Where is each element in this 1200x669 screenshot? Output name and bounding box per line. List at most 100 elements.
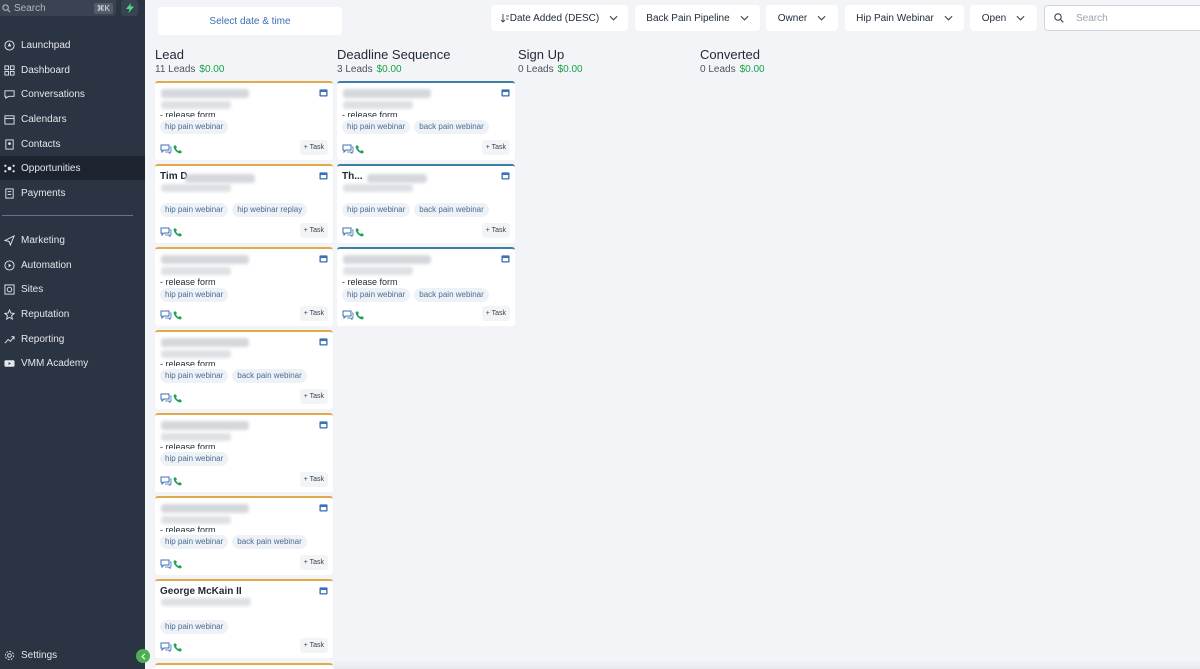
chat-icon[interactable] xyxy=(342,227,354,237)
opportunity-card[interactable] xyxy=(155,663,333,669)
phone-icon[interactable] xyxy=(355,144,365,154)
sidebar-item-reputation[interactable]: Reputation xyxy=(0,302,145,326)
opportunity-card[interactable]: - release form hip pain webinar back pain… xyxy=(155,496,333,575)
sort-dropdown[interactable]: Date Added (DESC) xyxy=(491,5,628,31)
tag: hip pain webinar xyxy=(160,535,229,549)
sidebar-item-reporting[interactable]: Reporting xyxy=(0,327,145,351)
quick-actions-button[interactable] xyxy=(121,0,138,16)
phone-icon[interactable] xyxy=(173,476,183,486)
calendar-icon[interactable] xyxy=(319,586,328,595)
contact-detail-redacted xyxy=(161,350,231,358)
phone-icon[interactable] xyxy=(173,144,183,154)
card-tags: hip pain webinar hip webinar replay xyxy=(160,203,308,217)
sidebar-item-contacts[interactable]: Contacts xyxy=(0,132,145,156)
sidebar-item-opportunities[interactable]: Opportunities xyxy=(0,156,145,180)
grid-icon xyxy=(3,64,15,76)
sort-label: Date Added (DESC) xyxy=(509,12,600,24)
calendar-icon xyxy=(3,113,15,125)
add-task-button[interactable]: + Task xyxy=(481,306,510,321)
phone-icon[interactable] xyxy=(173,227,183,237)
calendar-icon[interactable] xyxy=(501,254,510,263)
sidebar-item-marketing[interactable]: Marketing xyxy=(0,228,145,252)
column-amount: $0.00 xyxy=(557,64,583,75)
card-tags: hip pain webinar xyxy=(160,120,229,134)
phone-icon[interactable] xyxy=(173,559,183,569)
calendar-icon[interactable] xyxy=(319,88,328,97)
video-icon xyxy=(3,357,15,369)
sidebar-item-sites[interactable]: Sites xyxy=(0,277,145,301)
calendar-icon[interactable] xyxy=(501,171,510,180)
sidebar-item-dashboard[interactable]: Dashboard xyxy=(0,58,145,82)
select-date-time-button[interactable]: Select date & time xyxy=(158,7,342,35)
add-task-button[interactable]: + Task xyxy=(299,555,328,570)
chat-icon[interactable] xyxy=(160,476,172,486)
add-task-button[interactable]: + Task xyxy=(299,140,328,155)
tag: back pain webinar xyxy=(414,203,489,217)
chat-icon[interactable] xyxy=(160,559,172,569)
chat-icon[interactable] xyxy=(342,144,354,154)
sidebar-item-automation[interactable]: Automation xyxy=(0,253,145,277)
card-note: - release form xyxy=(342,110,398,117)
scroll-shadow xyxy=(334,660,1200,669)
sidebar-search[interactable]: Search ⌘K xyxy=(0,0,116,16)
sidebar-item-label: Reporting xyxy=(21,333,65,345)
column-header-lead: Lead 11 Leads $0.00 xyxy=(155,47,224,75)
owner-dropdown[interactable]: Owner xyxy=(766,5,838,31)
star-icon xyxy=(3,308,15,320)
chat-icon[interactable] xyxy=(160,393,172,403)
calendar-icon[interactable] xyxy=(319,337,328,346)
sidebar-item-vmm-academy[interactable]: VMM Academy xyxy=(0,351,145,375)
contact-name-redacted xyxy=(161,421,249,430)
sidebar-item-launchpad[interactable]: Launchpad xyxy=(0,33,145,57)
add-task-button[interactable]: + Task xyxy=(481,223,510,238)
chat-icon[interactable] xyxy=(160,227,172,237)
opportunity-card[interactable]: George McKain II hip pain webinar + Task xyxy=(155,579,333,658)
add-task-button[interactable]: + Task xyxy=(299,638,328,653)
calendar-icon[interactable] xyxy=(319,254,328,263)
contact-detail-redacted xyxy=(161,516,231,524)
phone-icon[interactable] xyxy=(355,310,365,320)
contact-detail-redacted xyxy=(161,598,251,606)
opportunity-card[interactable]: - release form hip pain webinar back pain… xyxy=(337,247,515,326)
calendar-icon[interactable] xyxy=(319,503,328,512)
add-task-button[interactable]: + Task xyxy=(299,472,328,487)
add-task-button[interactable]: + Task xyxy=(299,223,328,238)
add-task-button[interactable]: + Task xyxy=(481,140,510,155)
phone-icon[interactable] xyxy=(355,227,365,237)
phone-icon[interactable] xyxy=(173,393,183,403)
card-note: - release form xyxy=(160,110,216,117)
opportunity-card[interactable]: - release form hip pain webinar + Task xyxy=(155,413,333,492)
phone-icon[interactable] xyxy=(173,310,183,320)
sidebar-item-conversations[interactable]: Conversations xyxy=(0,82,145,106)
status-dropdown[interactable]: Open xyxy=(970,5,1037,31)
phone-icon[interactable] xyxy=(173,642,183,652)
sidebar-item-settings[interactable]: Settings xyxy=(0,643,145,667)
contact-name: Th... xyxy=(342,171,363,182)
chat-icon[interactable] xyxy=(342,310,354,320)
gear-icon xyxy=(3,649,15,661)
chat-icon[interactable] xyxy=(160,310,172,320)
opportunity-card[interactable]: - release form hip pain webinar + Task xyxy=(155,247,333,326)
chat-icon[interactable] xyxy=(160,642,172,652)
sidebar-item-payments[interactable]: Payments xyxy=(0,181,145,205)
chevron-left-icon xyxy=(140,652,145,660)
add-task-button[interactable]: + Task xyxy=(299,306,328,321)
opportunity-card[interactable]: - release form hip pain webinar back pain… xyxy=(337,81,515,160)
pipeline-dropdown[interactable]: Back Pain Pipeline xyxy=(635,5,760,31)
opportunity-card[interactable]: - release form hip pain webinar + Task xyxy=(155,81,333,160)
payments-icon xyxy=(3,187,15,199)
calendar-icon[interactable] xyxy=(319,171,328,180)
add-task-button[interactable]: + Task xyxy=(299,389,328,404)
opportunity-card[interactable]: Th... hip pain webinar back pain webinar … xyxy=(337,164,515,243)
calendar-icon[interactable] xyxy=(501,88,510,97)
sidebar-item-calendars[interactable]: Calendars xyxy=(0,107,145,131)
chat-icon[interactable] xyxy=(160,144,172,154)
opportunity-card[interactable]: Tim D... hip pain webinar hip webinar rep… xyxy=(155,164,333,243)
search-input[interactable] xyxy=(1076,12,1186,24)
chevron-down-icon xyxy=(1016,15,1025,21)
calendar-icon[interactable] xyxy=(319,420,328,429)
opportunity-card[interactable]: - release form hip pain webinar back pain… xyxy=(155,330,333,409)
opportunity-search[interactable] xyxy=(1044,5,1200,31)
campaign-dropdown[interactable]: Hip Pain Webinar xyxy=(845,5,964,31)
sidebar-collapse-button[interactable] xyxy=(136,649,150,663)
